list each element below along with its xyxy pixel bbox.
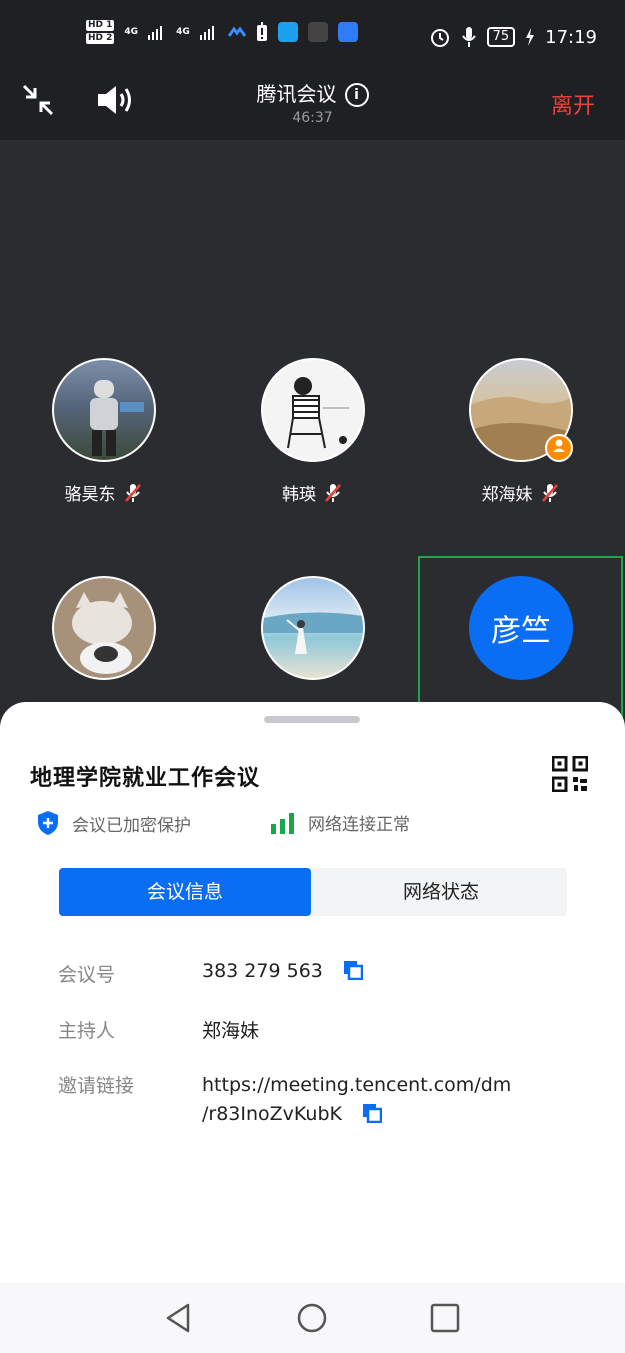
cat-photo-icon [72,592,132,674]
participant-tile[interactable]: 郑海妹 [469,358,573,505]
mic-muted-icon [325,483,341,502]
meeting-id-label: 会议号 [58,964,116,986]
host-badge-icon [545,434,573,462]
tab-network-status[interactable]: 网络状态 [315,868,567,916]
beach-photo-icon [263,612,363,654]
participant-tile[interactable] [261,576,365,680]
avatar [261,358,365,462]
avatar [52,576,156,680]
info-tabs: 会议信息 网络状态 [59,868,567,916]
microphone-icon [461,27,476,47]
meeting-id-text: 383 279 563 [202,960,323,982]
sim-indicator: HD 1 HD 2 [86,20,115,44]
sketch-person-icon [287,377,349,449]
meeting-id-value: 383 279 563 [202,960,542,982]
avatar [52,358,156,462]
signal1-label: 4G [124,27,139,37]
meeting-title: 地理学院就业工作会议 [30,766,261,791]
system-nav-bar [0,1283,625,1353]
alarm-icon [430,29,449,47]
avatar-initials: 彦竺 [491,614,551,649]
host-value: 郑海妹 [202,1020,260,1042]
battery-level: 75 [486,27,516,47]
participant-tile[interactable]: 骆昊东 [52,358,156,505]
leave-button[interactable]: 离开 [551,88,595,120]
tab-meeting-info[interactable]: 会议信息 [59,868,311,916]
cloud-app-icon [337,22,358,42]
invite-link-value[interactable]: https://meeting.tencent.com/dm /r83InoZv… [202,1071,542,1129]
participant-tile[interactable]: 韩瑛 [261,358,365,505]
clock: 17:19 [545,26,597,48]
app-title-text: 腾讯会议 [256,82,337,106]
meeting-timer: 46:37 [292,110,333,126]
meeting-app-title[interactable]: 腾讯会议 i [0,78,625,107]
security-status: 会议已加密保护 [36,810,191,836]
meeting-top-bar: 腾讯会议 i 46:37 离开 [0,72,625,140]
info-icon[interactable]: i [344,83,369,107]
copy-icon[interactable] [343,960,363,980]
meeting-info-sheet: 地理学院就业工作会议 会议已加密保护 网络连接正常 会议信息 网络状态 会议号 … [0,702,625,1353]
status-bar: HD 1 HD 2 4G 4G 75 17:19 [0,0,625,72]
network-status: 网络连接正常 [270,810,410,835]
signal-bars-icon [148,26,163,40]
search-app-icon [277,22,298,42]
mic-muted-icon [124,483,141,502]
app-notification-icon [227,26,246,37]
qr-code-icon[interactable] [552,756,588,792]
invite-link-line2: /r83InoZvKubK [202,1103,342,1125]
person-photo-icon [90,380,144,456]
battery-alert-icon [256,22,267,41]
shield-icon [38,811,58,835]
copy-icon[interactable] [362,1103,383,1123]
invite-link-line1: https://meeting.tencent.com/dm [202,1074,512,1096]
avatar [469,358,573,462]
network-label: 网络连接正常 [308,815,410,835]
participant-name: 郑海妹 [481,485,533,505]
home-icon[interactable] [295,1301,329,1335]
mic-muted-icon [541,483,558,502]
host-label: 主持人 [58,1020,116,1042]
charging-icon [526,28,535,46]
shield-app-icon [307,22,328,42]
signal2-label: 4G [176,27,190,37]
recents-icon[interactable] [428,1301,462,1335]
participant-name: 骆昊东 [64,485,116,505]
signal-bars-icon [199,26,214,40]
signal-strength-icon [271,812,294,834]
participant-tile[interactable]: 彦竺 [469,576,573,680]
encrypted-label: 会议已加密保护 [72,815,191,836]
avatar: 彦竺 [469,576,573,680]
invite-link-label: 邀请链接 [58,1075,135,1097]
participant-tile[interactable] [52,576,156,680]
avatar [261,576,365,680]
participant-name: 韩瑛 [282,485,316,505]
back-icon[interactable] [162,1301,196,1335]
hd2-badge: HD 2 [86,33,115,44]
drag-handle[interactable] [264,716,360,723]
hd1-badge: HD 1 [86,20,115,31]
